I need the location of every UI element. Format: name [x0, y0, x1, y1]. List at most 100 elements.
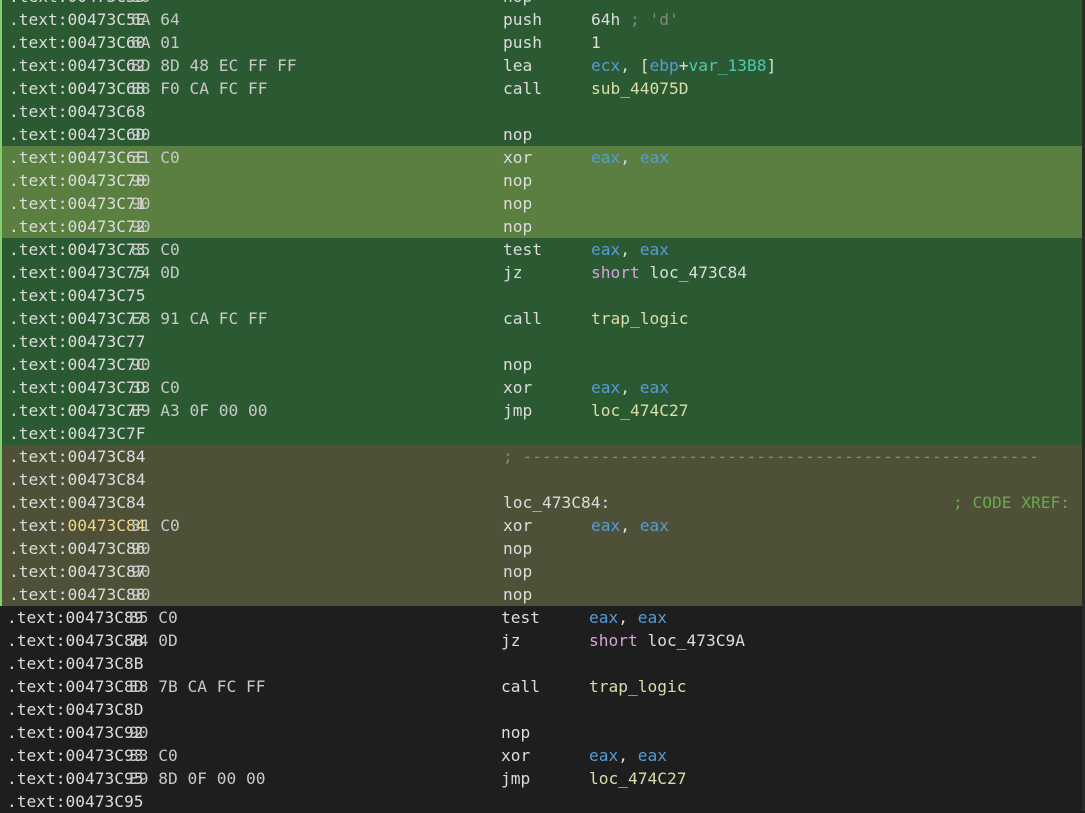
operand-token: eax: [591, 148, 620, 167]
code-line[interactable]: .text:00473C5D90nop: [0, 0, 1082, 8]
opcode-bytes: 6A 01: [131, 31, 180, 54]
operand-token: ,: [620, 378, 640, 397]
code-line[interactable]: .text:00473C8D: [0, 698, 1082, 721]
operand-token: eax: [638, 746, 667, 765]
instruction-operands[interactable]: trap_logic: [589, 675, 686, 698]
line-address: .text:00473C71: [9, 192, 145, 215]
code-line[interactable]: .text:00473C7F: [0, 422, 1082, 445]
code-line[interactable]: .text:00473C7190nop: [0, 192, 1082, 215]
instruction-operands[interactable]: eax, eax: [589, 606, 667, 629]
instruction-mnemonic: push: [503, 31, 542, 54]
line-address: .text:00473C7F: [9, 422, 145, 445]
code-line[interactable]: .text:00473C8690nop: [0, 537, 1082, 560]
opcode-bytes: 31 C0: [131, 514, 180, 537]
instruction-mnemonic: nop: [503, 192, 532, 215]
line-address: .text:00473C77: [9, 307, 145, 330]
code-line[interactable]: .text:00473C7FE9 A3 0F 00 00jmploc_474C2…: [0, 399, 1082, 422]
instruction-operands[interactable]: eax, eax: [591, 146, 669, 169]
code-line[interactable]: .text:00473C7C90nop: [0, 353, 1082, 376]
code-line[interactable]: .text:00473C95E9 8D 0F 00 00jmploc_474C2…: [0, 767, 1082, 790]
line-address: .text:00473C5E: [9, 8, 145, 31]
code-line[interactable]: .text:00473C77E8 91 CA FC FFcalltrap_log…: [0, 307, 1082, 330]
address-hex: 00473C95: [65, 792, 143, 811]
code-line[interactable]: .text:00473C8890nop: [0, 583, 1082, 606]
code-line[interactable]: .text:00473C9290nop: [0, 721, 1082, 744]
line-address: .text:00473C62: [9, 54, 145, 77]
opcode-bytes: 90: [129, 721, 149, 744]
instruction-mnemonic: nop: [503, 123, 532, 146]
operand-token: short: [589, 631, 638, 650]
code-line[interactable]: .text:00473C9333 C0xoreax, eax: [0, 744, 1082, 767]
code-line[interactable]: .text:00473C7090nop: [0, 169, 1082, 192]
instruction-operands[interactable]: eax, eax: [591, 238, 669, 261]
code-line[interactable]: .text:00473C628D 8D 48 EC FF FFleaecx, […: [0, 54, 1082, 77]
code-line[interactable]: .text:00473C84; ------------------------…: [0, 445, 1082, 468]
code-line[interactable]: .text:00473C68: [0, 100, 1082, 123]
instruction-operands[interactable]: eax, eax: [591, 376, 669, 399]
code-line[interactable]: .text:00473C95: [0, 790, 1082, 813]
code-line[interactable]: .text:00473C7385 C0testeax, eax: [0, 238, 1082, 261]
segment-prefix: .text:: [9, 56, 67, 75]
code-line[interactable]: .text:00473C5E6A 64push64h ; 'd': [0, 8, 1082, 31]
code-line[interactable]: .text:00473C606A 01push1: [0, 31, 1082, 54]
code-line[interactable]: .text:00473C8431 C0xoreax, eax: [0, 514, 1082, 537]
instruction-operands[interactable]: short loc_473C84: [591, 261, 747, 284]
instruction-mnemonic: xor: [501, 744, 530, 767]
operand-token: ,: [620, 516, 640, 535]
opcode-bytes: E8 91 CA FC FF: [131, 307, 267, 330]
line-address: .text:00473C84: [9, 514, 145, 537]
segment-prefix: .text:: [9, 286, 67, 305]
disassembly-listing[interactable]: .text:00473C5D90nop.text:00473C5E6A 64pu…: [0, 0, 1085, 813]
code-line[interactable]: .text:00473C6D90nop: [0, 123, 1082, 146]
line-address: .text:00473C95: [7, 767, 143, 790]
instruction-operands[interactable]: loc_474C27: [591, 399, 688, 422]
code-line[interactable]: .text:00473C7574 0Djzshort loc_473C84: [0, 261, 1082, 284]
code-line[interactable]: .text:00473C84: [0, 468, 1082, 491]
code-line[interactable]: .text:00473C8B: [0, 652, 1082, 675]
segment-prefix: .text:: [9, 33, 67, 52]
address-hex: 00473C8B: [65, 654, 143, 673]
operand-token: ,: [620, 148, 640, 167]
operand-token: eax: [591, 378, 620, 397]
code-line[interactable]: .text:00473C8DE8 7B CA FC FFcalltrap_log…: [0, 675, 1082, 698]
segment-prefix: .text:: [9, 424, 67, 443]
instruction-mnemonic: nop: [503, 353, 532, 376]
code-line[interactable]: .text:00473C77: [0, 330, 1082, 353]
opcode-bytes: 90: [131, 353, 151, 376]
opcode-bytes: E8 7B CA FC FF: [129, 675, 265, 698]
code-line[interactable]: .text:00473C68E8 F0 CA FC FFcallsub_4407…: [0, 77, 1082, 100]
operand-token: eax: [640, 378, 669, 397]
xref-comment[interactable]: ; CODE XREF:: [953, 491, 1070, 514]
instruction-operands[interactable]: sub_44075D: [591, 77, 688, 100]
operand-token: sub_44075D: [591, 79, 688, 98]
instruction-operands[interactable]: eax, eax: [589, 744, 667, 767]
code-label[interactable]: loc_473C84:: [503, 491, 610, 514]
code-line[interactable]: .text:00473C84loc_473C84:; CODE XREF:: [0, 491, 1082, 514]
code-line[interactable]: .text:00473C75: [0, 284, 1082, 307]
instruction-operands[interactable]: eax, eax: [591, 514, 669, 537]
code-line[interactable]: .text:00473C6E31 C0xoreax, eax: [0, 146, 1082, 169]
code-line[interactable]: .text:00473C8790nop: [0, 560, 1082, 583]
instruction-operands[interactable]: loc_474C27: [589, 767, 686, 790]
instruction-operands[interactable]: 1: [591, 31, 601, 54]
instruction-mnemonic: jz: [503, 261, 523, 284]
operand-token: loc_474C27: [589, 769, 686, 788]
operand-token: eax: [640, 240, 669, 259]
operand-token: eax: [638, 608, 667, 627]
address-hex: 00473C84: [67, 470, 145, 489]
instruction-operands[interactable]: short loc_473C9A: [589, 629, 745, 652]
instruction-operands[interactable]: 64h ; 'd': [591, 8, 679, 31]
opcode-bytes: E9 A3 0F 00 00: [131, 399, 267, 422]
code-line[interactable]: .text:00473C7290nop: [0, 215, 1082, 238]
line-address: .text:00473C75: [9, 261, 145, 284]
code-line[interactable]: .text:00473C8B74 0Djzshort loc_473C9A: [0, 629, 1082, 652]
line-address: .text:00473C73: [9, 238, 145, 261]
line-address: .text:00473C5D: [9, 0, 145, 8]
instruction-operands[interactable]: trap_logic: [591, 307, 688, 330]
operand-token: short: [591, 263, 640, 282]
code-line[interactable]: .text:00473C8985 C0testeax, eax: [0, 606, 1082, 629]
code-line[interactable]: .text:00473C7D33 C0xoreax, eax: [0, 376, 1082, 399]
instruction-operands[interactable]: ecx, [ebp+var_13B8]: [591, 54, 776, 77]
operand-token: ; 'd': [620, 10, 678, 29]
segment-prefix: .text:: [9, 355, 67, 374]
